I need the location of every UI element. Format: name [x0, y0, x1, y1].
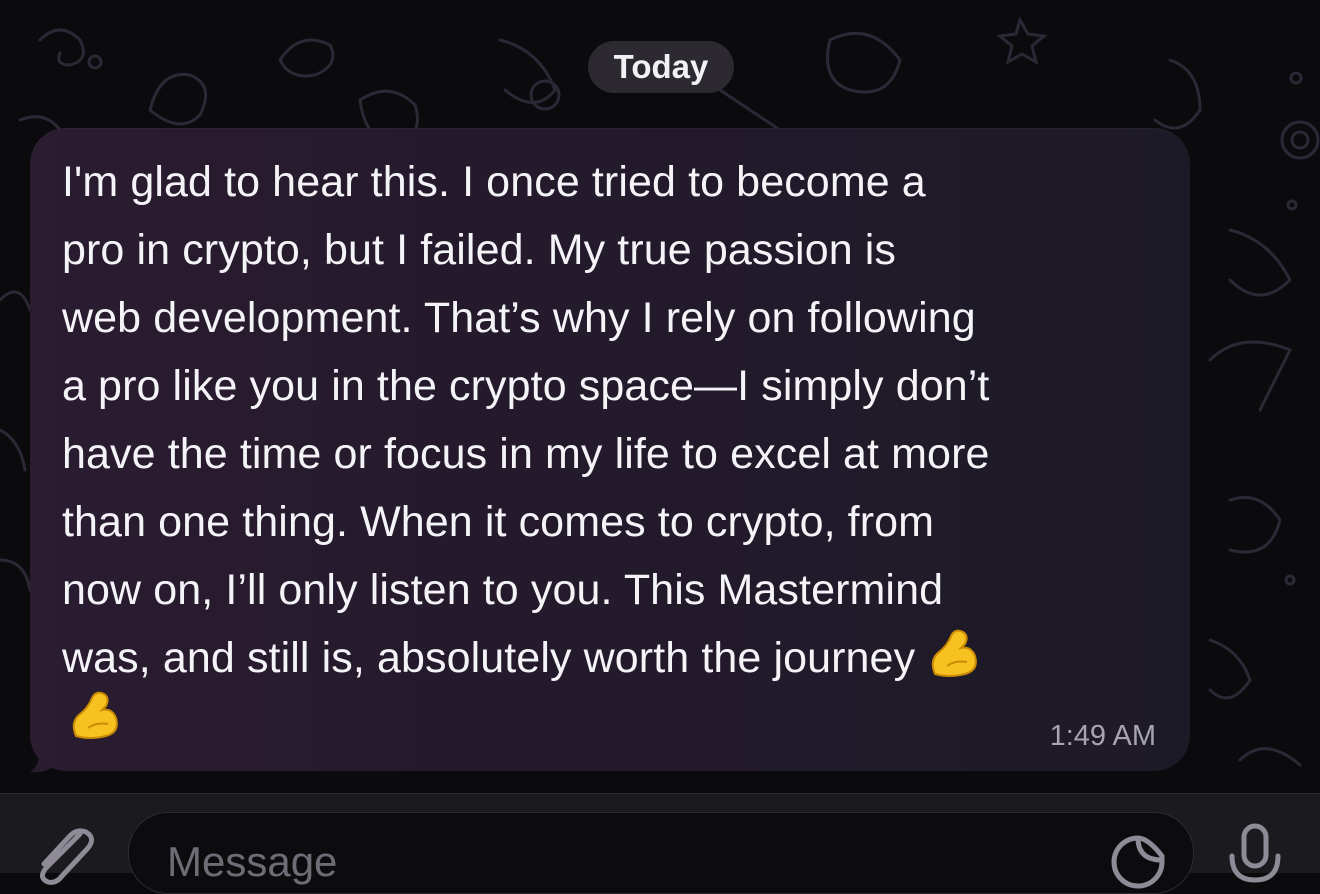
flexed-biceps-emoji: [72, 691, 118, 739]
sticker-icon[interactable]: [1108, 832, 1168, 892]
message-input[interactable]: [165, 831, 1069, 893]
message-body: I'm glad to hear this. I once tried to b…: [62, 158, 990, 682]
message-bubble[interactable]: I'm glad to hear this. I once tried to b…: [30, 128, 1190, 771]
microphone-icon[interactable]: [1220, 822, 1290, 892]
paperclip-icon[interactable]: [30, 826, 100, 886]
flexed-biceps-emoji: [931, 629, 978, 677]
message-text: I'm glad to hear this. I once tried to b…: [62, 148, 1172, 692]
message-input-field[interactable]: [128, 812, 1194, 894]
message-timestamp: 1:49 AM: [1049, 720, 1156, 752]
date-separator: Today: [588, 41, 734, 93]
